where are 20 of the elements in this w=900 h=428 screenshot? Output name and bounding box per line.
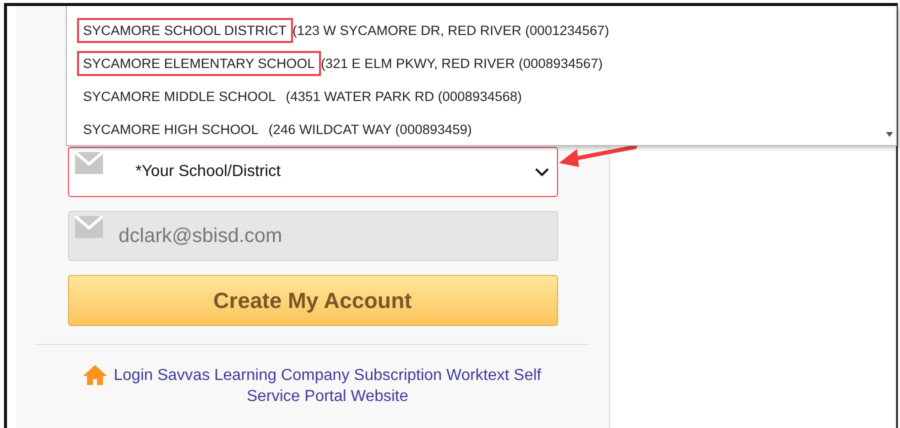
school-name: SYCAMORE MIDDLE SCHOOL [82,88,277,106]
school-name: SYCAMORE HIGH SCHOOL [82,121,260,139]
create-account-button[interactable]: Create My Account [68,275,558,326]
chevron-down-icon [534,168,548,176]
school-address: (4351 WATER PARK RD (0008934568) [286,89,522,104]
home-icon [82,365,106,385]
school-name: SYCAMORE ELEMENTARY SCHOOL [77,51,321,76]
school-name: SYCAMORE SCHOOL DISTRICT [77,18,293,43]
envelope-icon [74,216,102,238]
dropdown-option[interactable]: SYCAMORE SCHOOL DISTRICT (123 W SYCAMORE DR, RED RIVER (0001234567) [77,14,896,47]
school-address: (246 WILDCAT WAY (000893459) [268,122,472,137]
dropdown-option[interactable]: SYCAMORE ELEMENTARY SCHOOL (321 E ELM PKWY, RED RIVER (0008934567) [77,47,896,80]
dropdown-option[interactable]: SYCAMORE HIGH SCHOOL (246 WILDCAT WAY (000893459) [77,113,896,146]
scroll-down-icon [886,132,893,137]
portal-link[interactable]: Login Savvas Learning Company Subscription Worktext Self Service Portal Website [112,365,542,407]
envelope-icon [74,152,102,174]
dropdown-option[interactable]: SYCAMORE MIDDLE SCHOOL (4351 WATER PARK RD (0008934568) [77,80,896,113]
school-address: (123 W SYCAMORE DR, RED RIVER (0001234567) [292,23,610,38]
school-select[interactable]: *Your School/District [68,147,558,197]
school-address: (321 E ELM PKWY, RED RIVER (0008934567) [320,56,603,71]
